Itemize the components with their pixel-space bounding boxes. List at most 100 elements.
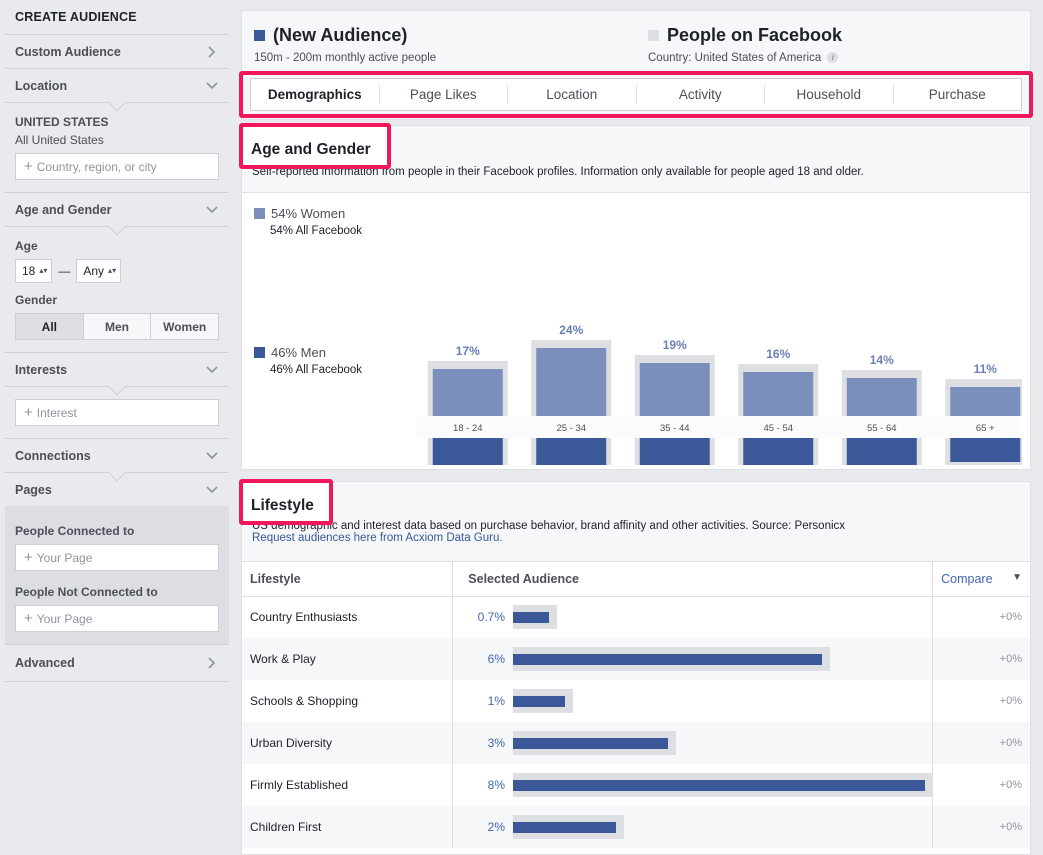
chevron-down-icon[interactable] [205, 483, 219, 497]
lifestyle-bar [513, 696, 565, 707]
lifestyle-header: US demographic and interest data based o… [239, 479, 1030, 562]
people-not-connected-placeholder: Your Page [36, 611, 93, 626]
tabs-highlight: Demographics Page Likes Location Activit… [239, 71, 1033, 118]
women-bar [846, 378, 917, 416]
interest-placeholder: Interest [36, 405, 77, 420]
col-lifestyle[interactable]: Lifestyle [242, 562, 453, 597]
lifestyle-title: Lifestyle [239, 479, 333, 525]
interests-label: Interests [15, 362, 68, 377]
lifestyle-name: Firmly Established [250, 778, 349, 792]
acxiom-link[interactable]: Request audiences here from Acxiom Data … [252, 532, 503, 544]
audience-size: 150m - 200m monthly active people [254, 52, 437, 64]
connections-section: Connections [5, 439, 229, 482]
lifestyle-percent: 2% [452, 806, 512, 848]
tab-location[interactable]: Location [508, 85, 637, 104]
select-arrows-icon: ▴▾ [39, 266, 48, 275]
lifestyle-name: Work & Play [242, 638, 453, 680]
chevron-down-icon[interactable] [205, 449, 219, 463]
age-min-value: 18 [22, 264, 36, 278]
age-category-label: 55 - 64 [867, 423, 897, 434]
age-category-label: 35 - 44 [660, 423, 690, 434]
women-value-label: 11% [974, 362, 998, 376]
age-max-select[interactable]: Any ▴▾ [76, 259, 122, 283]
advanced-section[interactable]: Advanced [5, 645, 229, 682]
tab-page-likes[interactable]: Page Likes [380, 85, 508, 104]
facebook-country: Country: United States of America [648, 52, 822, 64]
compare-label: Compare [941, 571, 993, 586]
table-row: Schools & Shopping 1% +0% [242, 680, 1030, 722]
age-gender-body: Age 18 ▴▾ — Any ▴▾ Gender All Men Women [5, 227, 229, 353]
age-gender-header: Self-reported information from people in… [239, 123, 1030, 193]
people-not-connected-input[interactable]: + Your Page [15, 605, 219, 632]
lifestyle-bar [513, 612, 550, 624]
age-separator: — [58, 264, 71, 278]
lifestyle-bar [513, 738, 668, 749]
info-icon[interactable]: i [827, 52, 839, 63]
location-placeholder: Country, region, or city [36, 159, 157, 174]
facebook-summary: People on Facebook Country: United State… [648, 25, 842, 64]
age-label: Age [15, 239, 38, 253]
location-country-sub: All United States [15, 133, 104, 147]
gender-men-button[interactable]: Men [83, 313, 152, 340]
chevron-right-icon[interactable] [205, 656, 219, 670]
custom-audience-label: Custom Audience [15, 44, 121, 59]
audience-title: (New Audience) [273, 25, 408, 45]
women-all-facebook: 54% All Facebook [270, 225, 363, 237]
compare-dropdown[interactable]: Compare ▼ [932, 562, 1030, 597]
table-row: Urban Diversity 3% +0% [242, 722, 1030, 764]
men-legend: 46% Men 46% All Facebook [254, 345, 362, 376]
age-category-label: 65 + [976, 423, 995, 434]
women-value-label: 24% [559, 323, 583, 337]
women-value-label: 16% [766, 347, 790, 361]
gender-all-button[interactable]: All [15, 313, 84, 340]
lifestyle-description-block: US demographic and interest data based o… [252, 520, 845, 544]
gender-label: Gender [15, 293, 58, 307]
women-bar [432, 369, 503, 416]
age-min-select[interactable]: 18 ▴▾ [15, 259, 53, 283]
age-gender-label: Age and Gender [15, 202, 112, 217]
table-row: Country Enthusiasts 0.7% +0% [242, 596, 1030, 638]
women-bar [536, 348, 607, 416]
table-row: Firmly Established 8% +0% [242, 764, 1030, 806]
men-bar [950, 438, 1021, 462]
pages-body: People Connected to + Your Page People N… [5, 506, 229, 644]
chevron-right-icon[interactable] [205, 45, 219, 59]
age-gender-card: Self-reported information from people in… [239, 123, 1031, 470]
lifestyle-percent: 0.7% [452, 596, 512, 638]
women-color-square [254, 208, 265, 219]
custom-audience-section[interactable]: Custom Audience [5, 35, 229, 69]
interest-input[interactable]: + Interest [15, 399, 219, 426]
location-input[interactable]: + Country, region, or city [15, 153, 219, 180]
lifestyle-name: Children First [242, 806, 453, 848]
selected-audience-summary: (New Audience) 150m - 200m monthly activ… [254, 25, 436, 64]
tab-demographics[interactable]: Demographics [251, 85, 380, 104]
women-value-label: 14% [870, 353, 894, 367]
lifestyle-compare: +0% [932, 596, 1030, 638]
col-selected-audience[interactable]: Selected Audience [452, 562, 933, 597]
lifestyle-bar [513, 822, 617, 833]
facebook-title: People on Facebook [667, 25, 843, 45]
men-label: 46% Men [271, 345, 326, 360]
tab-activity[interactable]: Activity [637, 85, 765, 104]
age-category-label: 25 - 34 [556, 423, 586, 434]
lifestyle-description: US demographic and interest data based o… [252, 520, 846, 532]
chevron-down-icon[interactable] [205, 79, 219, 93]
location-label: Location [15, 78, 68, 93]
women-bar [950, 387, 1021, 416]
audience-color-square [254, 30, 265, 41]
lifestyle-bar [513, 654, 823, 665]
tab-purchase[interactable]: Purchase [894, 85, 1022, 104]
lifestyle-name: Schools & Shopping [250, 694, 359, 708]
age-gender-section: Age and Gender [5, 193, 229, 236]
chevron-down-icon[interactable] [205, 203, 219, 217]
select-arrows-icon: ▴▾ [108, 266, 117, 275]
women-bar [639, 363, 710, 416]
tab-household[interactable]: Household [765, 85, 894, 104]
age-max-value: Any [83, 264, 105, 278]
people-connected-input[interactable]: + Your Page [15, 544, 219, 571]
age-category-label: 18 - 24 [453, 423, 483, 434]
chevron-down-icon[interactable] [205, 363, 219, 377]
age-category-label: 45 - 54 [763, 423, 793, 434]
men-bar [743, 438, 814, 465]
gender-women-button[interactable]: Women [151, 313, 220, 340]
